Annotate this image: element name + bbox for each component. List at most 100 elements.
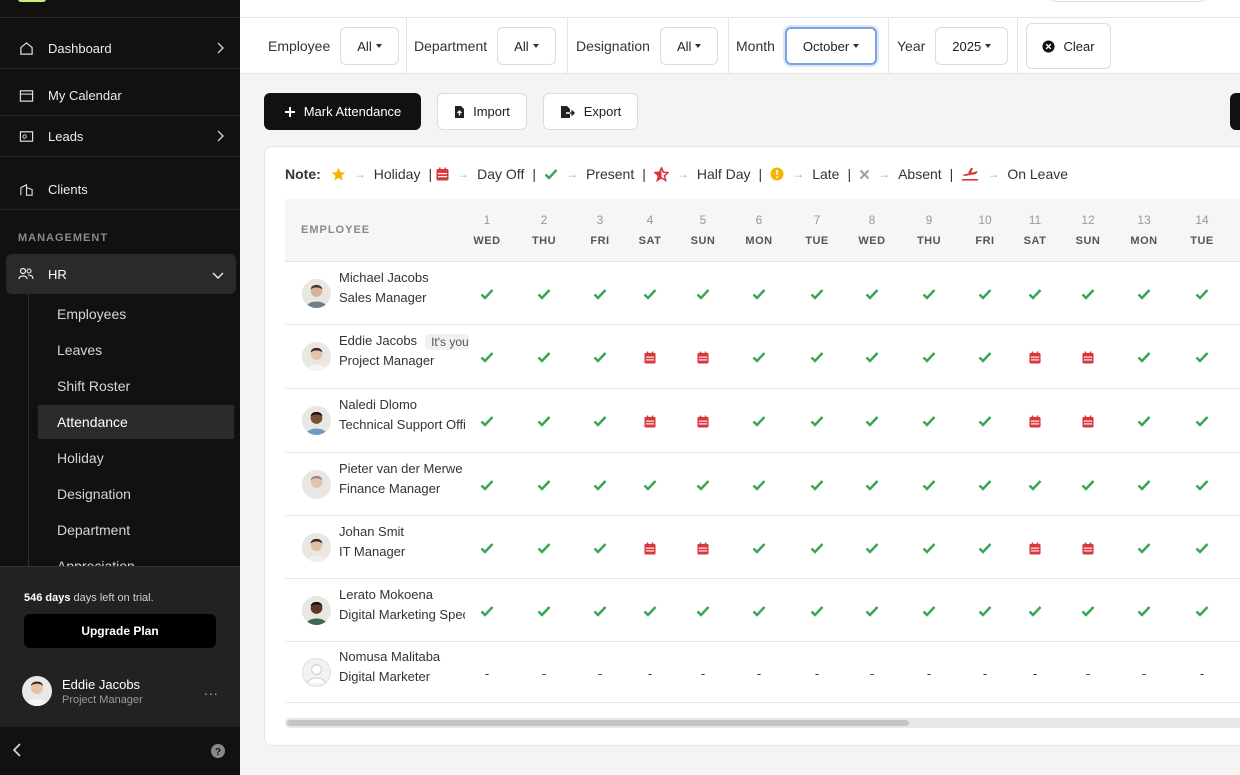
attendance-cell[interactable] (1013, 477, 1057, 493)
attendance-cell[interactable] (1013, 286, 1057, 302)
user-card[interactable]: Eddie Jacobs Project Manager ... (22, 674, 222, 708)
sidebar-item-clients[interactable]: Clients (0, 170, 240, 210)
attendance-cell[interactable] (1013, 413, 1057, 429)
attendance-cell[interactable] (1180, 540, 1224, 556)
attendance-cell[interactable] (907, 286, 951, 302)
attendance-cell[interactable] (522, 603, 566, 619)
attendance-cell[interactable] (681, 349, 725, 365)
attendance-cell[interactable] (1013, 349, 1057, 365)
attendance-cell[interactable] (850, 286, 894, 302)
avatar[interactable] (302, 596, 331, 625)
attendance-cell[interactable] (1122, 413, 1166, 429)
sidebar-subitem-holiday[interactable]: Holiday (38, 441, 234, 475)
attendance-cell[interactable] (578, 603, 622, 619)
attendance-cell[interactable] (1066, 540, 1110, 556)
sidebar-item-hr[interactable]: HR (6, 254, 236, 294)
attendance-cell[interactable] (1066, 603, 1110, 619)
avatar[interactable] (302, 470, 331, 499)
attendance-cell[interactable]: - (681, 665, 725, 681)
attendance-cell[interactable] (1122, 286, 1166, 302)
employee-name[interactable]: Michael Jacobs (339, 270, 429, 285)
sidebar-subitem-attendance[interactable]: Attendance (38, 405, 234, 439)
attendance-cell[interactable]: - (737, 665, 781, 681)
attendance-cell[interactable] (628, 413, 672, 429)
attendance-cell[interactable] (795, 477, 839, 493)
attendance-cell[interactable] (963, 477, 1007, 493)
attendance-cell[interactable] (1122, 349, 1166, 365)
attendance-cell[interactable] (522, 286, 566, 302)
avatar[interactable] (302, 533, 331, 562)
attendance-cell[interactable] (628, 286, 672, 302)
attendance-cell[interactable]: - (1122, 665, 1166, 681)
more-options-icon[interactable]: ... (204, 682, 219, 698)
employee-name[interactable]: Nomusa Malitaba (339, 649, 440, 664)
attendance-cell[interactable] (465, 603, 509, 619)
attendance-cell[interactable] (1066, 349, 1110, 365)
attendance-cell[interactable] (578, 286, 622, 302)
attendance-cell[interactable] (681, 413, 725, 429)
attendance-cell[interactable] (1122, 540, 1166, 556)
export-button[interactable]: Export (543, 93, 638, 130)
employee-name[interactable]: Lerato Mokoena (339, 587, 433, 602)
attendance-cell[interactable] (850, 349, 894, 365)
horizontal-scrollbar[interactable] (285, 718, 1240, 728)
employee-name[interactable]: Eddie Jacobs It's you (339, 333, 470, 350)
attendance-cell[interactable] (465, 349, 509, 365)
app-logo[interactable] (18, 0, 46, 2)
attendance-cell[interactable] (522, 540, 566, 556)
attendance-cell[interactable] (907, 413, 951, 429)
attendance-cell[interactable] (465, 477, 509, 493)
attendance-cell[interactable] (1180, 286, 1224, 302)
attendance-cell[interactable]: - (963, 665, 1007, 681)
attendance-cell[interactable] (681, 286, 725, 302)
attendance-cell[interactable] (522, 413, 566, 429)
more-actions-button[interactable] (1230, 93, 1240, 130)
sidebar-subitem-leaves[interactable]: Leaves (38, 333, 234, 367)
attendance-cell[interactable] (795, 286, 839, 302)
attendance-cell[interactable] (795, 540, 839, 556)
avatar[interactable] (302, 658, 331, 687)
import-button[interactable]: Import (437, 93, 527, 130)
attendance-cell[interactable] (963, 413, 1007, 429)
attendance-cell[interactable] (1122, 477, 1166, 493)
sidebar-subitem-shift-roster[interactable]: Shift Roster (38, 369, 234, 403)
attendance-cell[interactable] (1066, 477, 1110, 493)
attendance-cell[interactable] (907, 540, 951, 556)
attendance-cell[interactable] (628, 540, 672, 556)
department-select[interactable]: All (497, 27, 556, 65)
employee-name[interactable]: Johan Smit (339, 524, 404, 539)
attendance-cell[interactable] (1180, 349, 1224, 365)
attendance-cell[interactable] (681, 477, 725, 493)
attendance-cell[interactable] (681, 603, 725, 619)
employee-name[interactable]: Pieter van der Merwe (339, 461, 463, 476)
attendance-cell[interactable] (963, 603, 1007, 619)
attendance-cell[interactable]: - (628, 665, 672, 681)
attendance-cell[interactable] (850, 413, 894, 429)
designation-select[interactable]: All (659, 27, 719, 65)
attendance-cell[interactable] (1013, 540, 1057, 556)
attendance-cell[interactable] (907, 349, 951, 365)
attendance-cell[interactable] (737, 286, 781, 302)
attendance-cell[interactable]: - (465, 665, 509, 681)
sidebar-subitem-department[interactable]: Department (38, 513, 234, 547)
avatar[interactable] (302, 342, 331, 371)
upgrade-plan-button[interactable]: Upgrade Plan (24, 614, 216, 648)
sidebar-subitem-employees[interactable]: Employees (38, 297, 234, 331)
attendance-cell[interactable] (963, 286, 1007, 302)
attendance-cell[interactable] (850, 540, 894, 556)
sidebar-item-leads[interactable]: Leads (0, 117, 240, 157)
attendance-cell[interactable] (1013, 603, 1057, 619)
attendance-cell[interactable] (578, 477, 622, 493)
attendance-cell[interactable] (1122, 603, 1166, 619)
attendance-cell[interactable] (522, 477, 566, 493)
attendance-cell[interactable]: - (907, 665, 951, 681)
attendance-cell[interactable] (850, 477, 894, 493)
avatar[interactable] (302, 279, 331, 308)
attendance-cell[interactable] (907, 477, 951, 493)
attendance-cell[interactable] (578, 349, 622, 365)
attendance-cell[interactable] (737, 349, 781, 365)
attendance-cell[interactable] (795, 349, 839, 365)
attendance-cell[interactable]: - (522, 665, 566, 681)
year-select[interactable]: 2025 (935, 27, 1009, 65)
collapse-sidebar-icon[interactable] (12, 743, 22, 762)
